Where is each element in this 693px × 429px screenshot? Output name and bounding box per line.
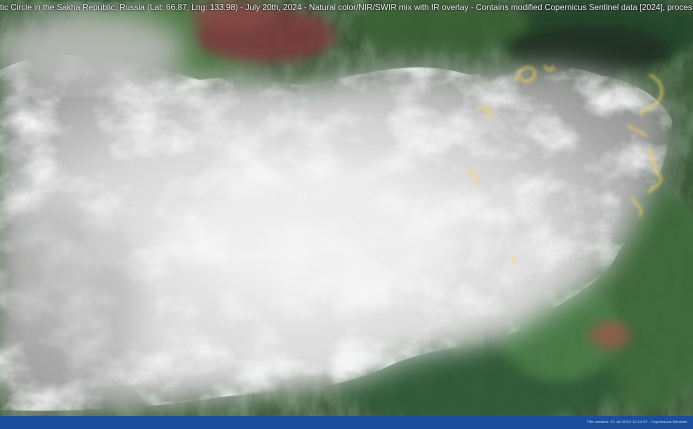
footer-bar: File created: 20 Jul 2024 12:14:57 - Cop… (0, 416, 693, 429)
footer-text: File created: 20 Jul 2024 12:14:57 - Cop… (587, 419, 687, 424)
satellite-image (0, 0, 693, 416)
satellite-image-viewer: tic Circle in the Sakha Republic, Russia… (0, 0, 693, 429)
image-caption: tic Circle in the Sakha Republic, Russia… (0, 2, 693, 12)
